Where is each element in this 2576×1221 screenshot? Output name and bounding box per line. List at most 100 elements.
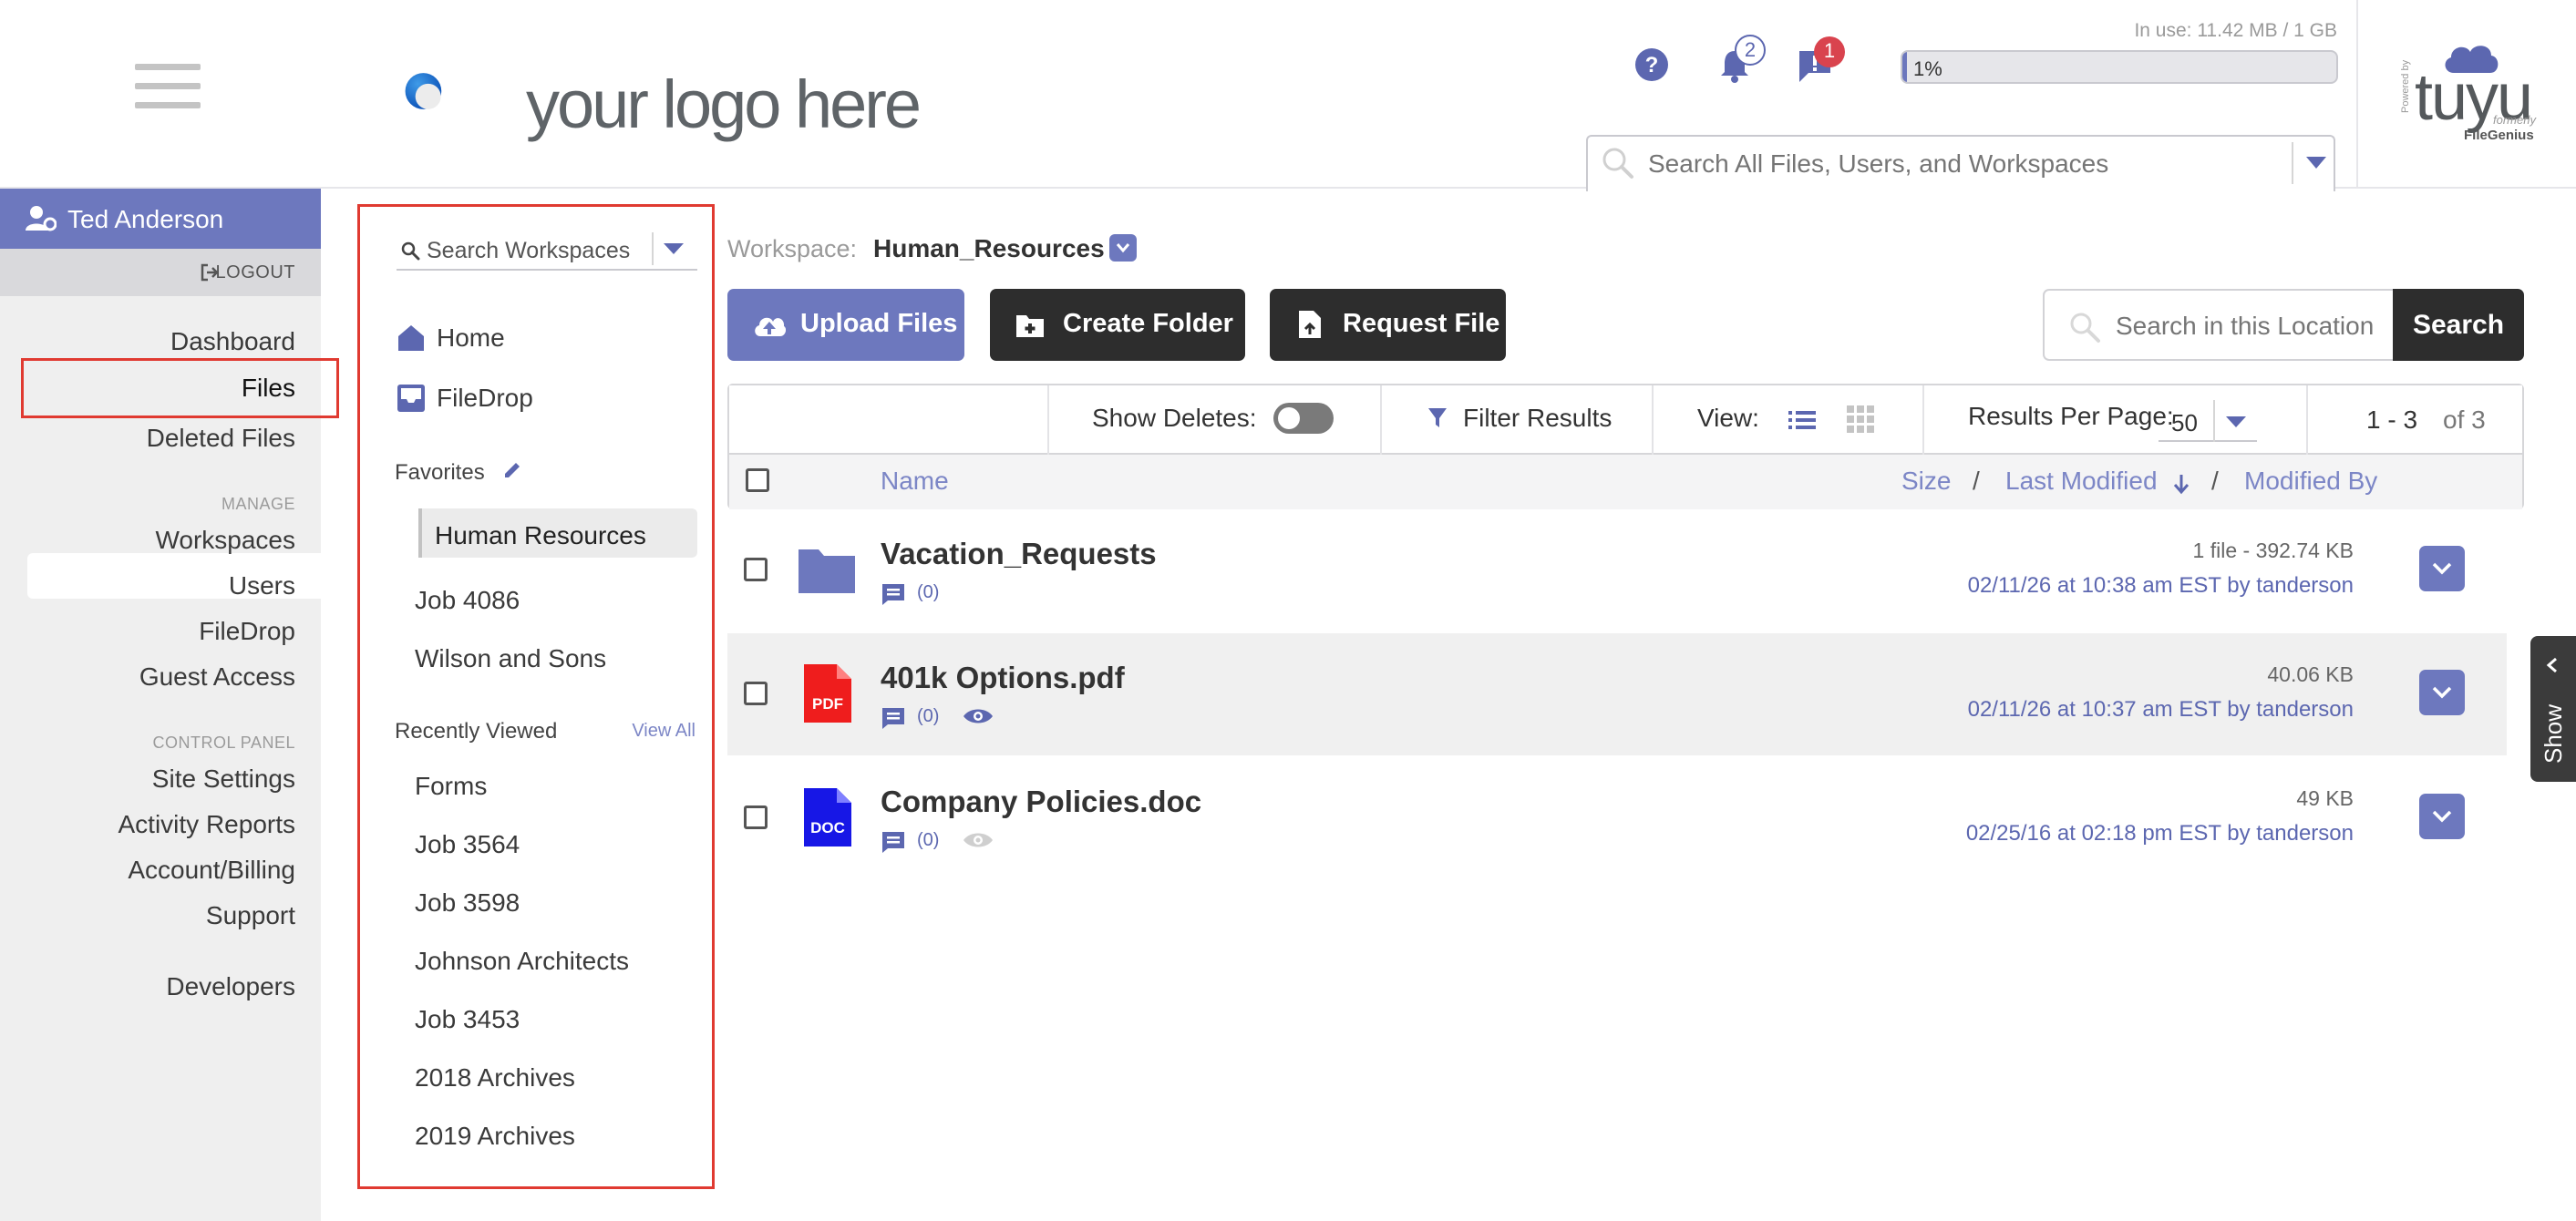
column-header-row: Name Size / Last Modified / Modified By: [729, 455, 2522, 509]
global-search-input[interactable]: [1648, 149, 2231, 179]
user-settings-icon: [26, 206, 57, 231]
row-checkbox[interactable]: [744, 805, 768, 829]
header: your logo here ? 2 1 In use: 11.42 MB / …: [0, 0, 2576, 191]
upload-files-button[interactable]: Upload Files: [727, 289, 964, 361]
recent-item[interactable]: Job 3453: [415, 1005, 520, 1034]
doc-file-icon: [804, 788, 851, 846]
eye-icon[interactable]: [963, 706, 994, 726]
favorite-item[interactable]: Wilson and Sons: [415, 644, 606, 673]
folder-icon: [799, 549, 855, 593]
file-row[interactable]: PDF 401k Options.pdf (0) 40.06 KB 02/11/…: [727, 633, 2507, 755]
filter-icon[interactable]: [1427, 407, 1448, 429]
column-last-modified[interactable]: Last Modified: [2005, 467, 2158, 496]
file-row[interactable]: Vacation_Requests (0) 1 file - 392.74 KB…: [727, 509, 2507, 631]
results-per-page-label: Results Per Page:: [1968, 402, 2174, 430]
storage-usage-percent: 1%: [1913, 57, 1942, 80]
nav-dashboard[interactable]: Dashboard: [170, 327, 295, 356]
toolbar-separator: [1652, 385, 1654, 455]
recent-item[interactable]: Johnson Architects: [415, 947, 629, 976]
recent-item[interactable]: Job 3598: [415, 888, 520, 918]
results-per-page-select[interactable]: 50: [2159, 400, 2257, 442]
chevron-down-icon[interactable]: [2306, 157, 2326, 169]
storage-usage-fill: [1902, 52, 1907, 82]
hamburger-menu-icon[interactable]: [135, 64, 201, 109]
column-size[interactable]: Size: [1901, 467, 1951, 496]
nav-activity-reports[interactable]: Activity Reports: [118, 810, 296, 839]
page-total: of 3: [2443, 405, 2486, 434]
user-profile-bar[interactable]: Ted Anderson: [0, 189, 321, 249]
recent-item[interactable]: Forms: [415, 772, 487, 801]
nav-guest-access[interactable]: Guest Access: [139, 662, 295, 692]
nav-site-settings[interactable]: Site Settings: [152, 764, 295, 794]
row-actions-dropdown[interactable]: [2419, 546, 2465, 591]
filter-results-button[interactable]: Filter Results: [1463, 404, 1612, 433]
location-search-box[interactable]: [2043, 289, 2393, 361]
workspace-home[interactable]: Home: [437, 323, 505, 353]
nav-workspaces[interactable]: Workspaces: [155, 526, 295, 555]
page-range: 1 - 3: [2366, 405, 2418, 434]
search-button[interactable]: Search: [2393, 289, 2524, 361]
chevron-down-icon: [2432, 562, 2452, 575]
nav-account-billing[interactable]: Account/Billing: [128, 856, 295, 885]
nav-filedrop[interactable]: FileDrop: [199, 617, 295, 646]
workspace-dropdown-button[interactable]: [1109, 234, 1137, 262]
doc-icon-label: DOC: [810, 819, 845, 836]
nav-deleted-files[interactable]: Deleted Files: [147, 424, 295, 453]
alerts-count-badge: 1: [1814, 36, 1845, 67]
row-actions-dropdown[interactable]: [2419, 670, 2465, 715]
search-icon: [2070, 313, 2100, 343]
file-modified: 02/11/26 at 10:37 am EST by tanderson: [1967, 697, 2354, 722]
workspace-search[interactable]: Search Workspaces: [397, 229, 697, 271]
upload-files-label: Upload Files: [800, 309, 958, 338]
brand-former-name: FileGenius: [2464, 128, 2534, 143]
row-checkbox[interactable]: [744, 682, 768, 705]
location-search-input[interactable]: [2116, 312, 2380, 341]
column-name[interactable]: Name: [881, 467, 949, 496]
file-row[interactable]: DOC Company Policies.doc (0) 49 KB 02/25…: [727, 757, 2507, 879]
company-logo: [405, 73, 442, 109]
request-file-button[interactable]: Request File: [1270, 289, 1506, 361]
grid-view-icon[interactable]: [1847, 405, 1874, 433]
file-modified: 02/11/26 at 10:38 am EST by tanderson: [1967, 573, 2354, 598]
nav-section-manage: MANAGE: [221, 495, 295, 513]
home-icon: [398, 325, 424, 351]
file-name[interactable]: Vacation_Requests: [881, 537, 1157, 571]
recent-item[interactable]: 2019 Archives: [415, 1122, 575, 1151]
chevron-down-icon[interactable]: [664, 243, 684, 255]
logout-button[interactable]: LOGOUT: [0, 249, 321, 296]
file-name[interactable]: 401k Options.pdf: [881, 661, 1125, 695]
global-search-box[interactable]: [1586, 135, 2335, 191]
help-icon[interactable]: ?: [1634, 47, 1669, 82]
show-deletes-toggle[interactable]: [1273, 403, 1334, 434]
pencil-icon[interactable]: [502, 460, 522, 480]
chevron-down-icon: [2432, 686, 2452, 699]
row-actions-dropdown[interactable]: [2419, 794, 2465, 839]
workspace-name: Human_Resources: [873, 234, 1105, 262]
view-all-link[interactable]: View All: [632, 721, 696, 742]
toolbar-separator: [2306, 385, 2308, 455]
eye-icon[interactable]: [963, 830, 994, 850]
favorite-item[interactable]: Job 4086: [415, 586, 520, 615]
workspaces-panel: Search Workspaces Home FileDrop Favorite…: [357, 204, 715, 1189]
create-folder-button[interactable]: Create Folder: [990, 289, 1245, 361]
file-size: 49 KB: [2296, 786, 2354, 810]
list-view-icon[interactable]: [1788, 409, 1816, 431]
search-icon: [1602, 148, 1633, 179]
select-all-checkbox[interactable]: [746, 468, 769, 492]
column-modified-by[interactable]: Modified By: [2244, 467, 2377, 496]
file-name[interactable]: Company Policies.doc: [881, 785, 1201, 819]
row-checkbox[interactable]: [744, 558, 768, 581]
favorite-item[interactable]: Human Resources: [435, 521, 646, 550]
nav-developers[interactable]: Developers: [166, 972, 295, 1001]
recent-item[interactable]: Job 3564: [415, 830, 520, 859]
nav-support[interactable]: Support: [206, 901, 295, 930]
workspace-filedrop[interactable]: FileDrop: [437, 384, 533, 413]
comment-icon: [882, 584, 904, 605]
show-side-panel-tab[interactable]: Show: [2530, 636, 2576, 782]
notification-count-badge: 2: [1735, 35, 1766, 66]
nav-users[interactable]: Users: [229, 571, 295, 600]
recent-item[interactable]: 2018 Archives: [415, 1063, 575, 1093]
logout-label: LOGOUT: [215, 262, 295, 282]
toolbar-separator: [1380, 385, 1382, 455]
left-navigation: Ted Anderson LOGOUT Dashboard Files Dele…: [0, 189, 321, 1221]
